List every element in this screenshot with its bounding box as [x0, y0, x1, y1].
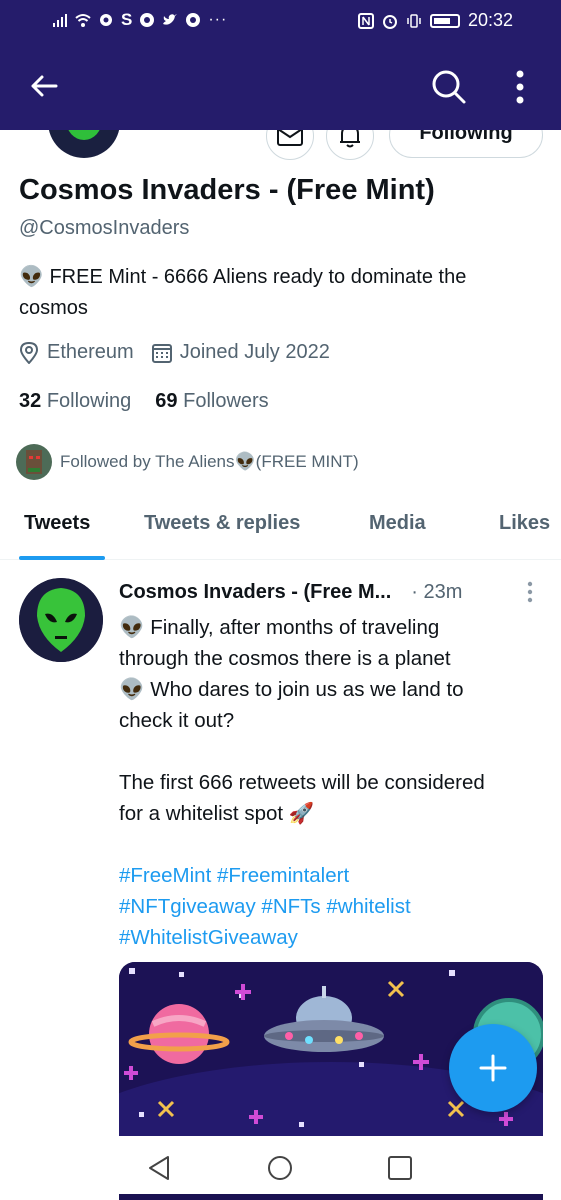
follow-counts: 32 Following 69 Followers [19, 390, 269, 413]
nav-back-icon[interactable] [146, 1154, 174, 1182]
tweet-line: check it out? [119, 709, 235, 732]
compose-tweet-button[interactable] [449, 1024, 537, 1112]
tweet-text: 👽 Finally, after months of traveling thr… [119, 612, 539, 953]
tweet-line: The first 666 retweets will be considere… [119, 771, 485, 794]
status-time: 20:32 [467, 10, 513, 30]
tweet-line: for a whitelist spot 🚀 [119, 802, 315, 825]
bio-line: cosmos [19, 297, 88, 319]
vibrate-icon [407, 13, 421, 28]
active-tab-indicator [19, 556, 105, 560]
following-count: 32 [19, 390, 42, 412]
system-navigation-bar [0, 1136, 561, 1200]
status-overflow: ··· [208, 11, 228, 28]
followed-by-text: Followed by The Aliens👽(FREE MINT) [60, 452, 359, 471]
following-link[interactable]: 32 Following [19, 390, 131, 413]
tweet-avatar[interactable] [19, 578, 103, 662]
app-bar: S ··· 20:32 [0, 0, 561, 130]
chrome-icon [140, 13, 155, 27]
tweet-line: through the cosmos there is a planet [119, 647, 451, 670]
alien-face-icon [19, 578, 103, 662]
tweet-author[interactable]: Cosmos Invaders - (Free M... [119, 581, 391, 604]
s-app-icon: S [121, 10, 133, 29]
calendar-icon [151, 343, 172, 363]
tab-tweets-replies[interactable]: Tweets & replies [144, 512, 300, 535]
profile-joined: Joined July 2022 [151, 341, 330, 364]
hashtag-link[interactable]: #FreeMint [119, 864, 211, 887]
wifi-icon [75, 14, 91, 27]
battery-icon [429, 13, 460, 28]
nav-home-icon[interactable] [266, 1154, 294, 1182]
alarm-icon [382, 14, 397, 29]
profile-bio: 👽 FREE Mint - 6666 Aliens ready to domin… [19, 262, 549, 324]
hashtag-line: #NFTgiveaway #NFTs #whitelist [119, 891, 539, 922]
hashtag-line: #FreeMint #Freemintalert [119, 860, 539, 891]
follower-avatar [16, 444, 52, 480]
status-icons-right: 20:32 [357, 10, 513, 31]
tab-media[interactable]: Media [369, 512, 426, 535]
profile-name: Cosmos Invaders - (Free Mint) [19, 174, 435, 206]
tweet-line: 👽 Finally, after months of traveling [119, 616, 440, 639]
gear-icon [100, 14, 112, 26]
following-label: Following [46, 390, 132, 412]
tweet-more-icon[interactable] [520, 580, 540, 606]
tab-tweets[interactable]: Tweets [24, 512, 90, 535]
location-text: Ethereum [47, 341, 134, 363]
status-icons-left: S ··· [52, 10, 227, 30]
bio-line: 👽 FREE Mint - 6666 Aliens ready to domin… [19, 266, 467, 288]
followers-link[interactable]: 69 Followers [155, 390, 268, 413]
profile-location: Ethereum [19, 341, 134, 364]
back-arrow-icon[interactable] [26, 68, 62, 104]
profile-tabs: Tweets Tweets & replies Media Likes [0, 494, 561, 560]
followed-by[interactable]: Followed by The Aliens👽(FREE MINT) [16, 444, 359, 480]
followers-count: 69 [155, 390, 178, 412]
tweet-line: 👽 Who dares to join us as we land to [119, 678, 464, 701]
more-vertical-icon[interactable] [506, 68, 534, 106]
hashtag-link[interactable]: #WhitelistGiveaway [119, 926, 298, 949]
tweet-header: Cosmos Invaders - (Free M... · 23m [119, 581, 462, 604]
compose-plus-icon [479, 1054, 507, 1082]
joined-text: Joined July 2022 [179, 341, 330, 363]
hashtag-link[interactable]: #whitelist [326, 895, 410, 918]
next-media-edge [119, 1194, 543, 1200]
twitter-icon [163, 14, 178, 25]
chrome-icon [186, 13, 201, 27]
hashtag-link[interactable]: #NFTgiveaway [119, 895, 256, 918]
hashtag-line: #WhitelistGiveaway [119, 922, 539, 953]
alien-face-icon [26, 450, 42, 474]
hashtag-link[interactable]: #Freemintalert [217, 864, 349, 887]
status-bar: S ··· 20:32 [0, 0, 561, 42]
tab-likes[interactable]: Likes [499, 512, 550, 535]
hashtag-link[interactable]: #NFTs [261, 895, 320, 918]
nav-recents-icon[interactable] [386, 1154, 414, 1182]
search-icon[interactable] [430, 68, 468, 106]
profile-meta: Ethereum Joined July 2022 [19, 341, 348, 364]
location-pin-icon [19, 341, 39, 364]
nfc-icon [357, 12, 374, 29]
followers-label: Followers [183, 390, 269, 412]
signal-icon [53, 14, 67, 27]
profile-handle: @CosmosInvaders [19, 217, 190, 239]
tweet-time[interactable]: · 23m [411, 581, 462, 604]
